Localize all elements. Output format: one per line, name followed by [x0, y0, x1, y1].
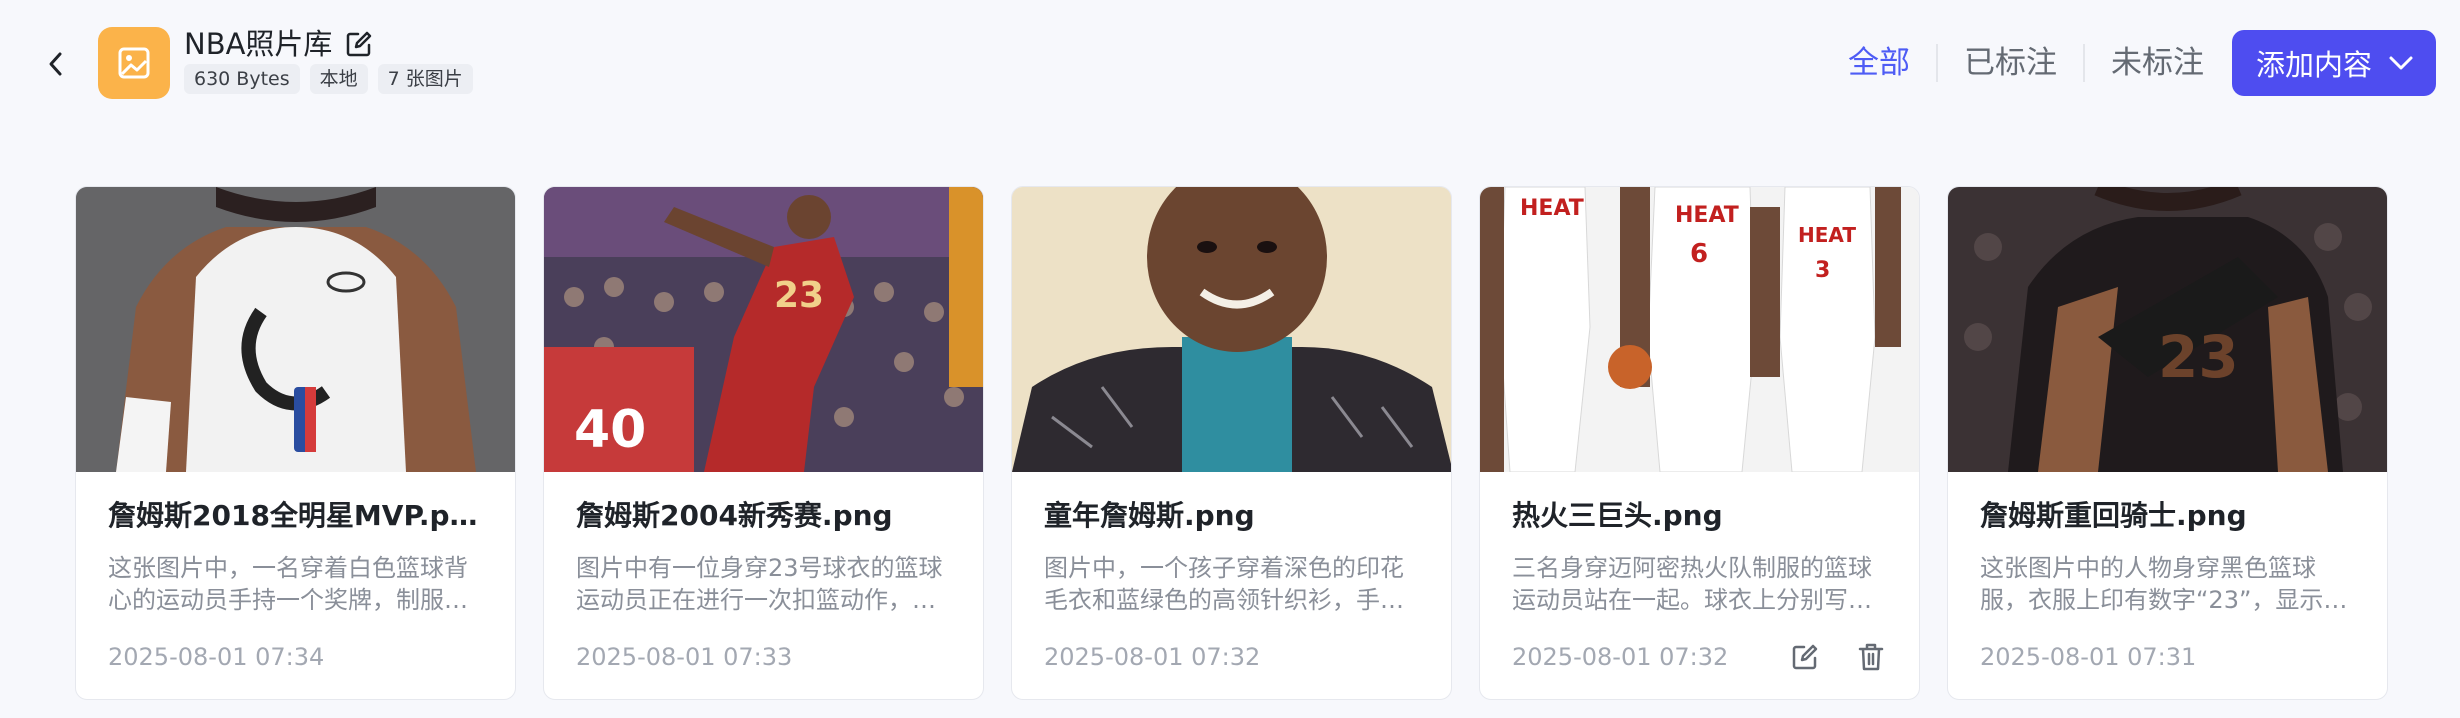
svg-text:40: 40 — [574, 400, 646, 460]
card-title: 童年詹姆斯.png — [1044, 499, 1255, 532]
card-footer: 2025-08-01 07:33 — [576, 641, 951, 673]
card-title: 詹姆斯重回骑士.png — [1980, 499, 2247, 532]
image-card[interactable]: 23 詹姆斯重回骑士.png 这张图片中的人物身穿黑色篮球服，衣服上印有数字“2… — [1947, 186, 2388, 700]
source-badge: 本地 — [309, 64, 368, 94]
image-card[interactable]: 童年詹姆斯.png 图片中，一个孩子穿着深色的印花毛衣和蓝绿色的高领针织衫，手…… — [1011, 186, 1452, 700]
image-thumbnail[interactable]: 40 23 — [544, 187, 983, 472]
card-date: 2025-08-01 07:31 — [1980, 643, 2197, 671]
chevron-down-icon — [2389, 56, 2413, 70]
page-title: NBA照片库 — [184, 27, 333, 61]
back-button[interactable] — [40, 44, 72, 84]
divider — [2082, 44, 2085, 82]
edit-icon — [1792, 644, 1818, 670]
card-description: 三名身穿迈阿密热火队制服的篮球运动员站在一起。球衣上分别写… — [1512, 554, 1872, 614]
svg-text:23: 23 — [2158, 323, 2239, 391]
tab-labeled[interactable]: 已标注 — [1960, 43, 2061, 83]
card-footer: 2025-08-01 07:34 — [108, 641, 483, 673]
card-description: 这张图片中，一名穿着白色篮球背心的运动员手持一个奖牌，制服… — [108, 554, 468, 614]
count-badge: 7 张图片 — [377, 64, 473, 94]
add-content-button[interactable]: 添加内容 — [2231, 30, 2436, 96]
card-title: 热火三巨头.png — [1512, 499, 1723, 532]
card-actions — [1789, 641, 1887, 673]
card-description: 这张图片中的人物身穿黑色篮球服，衣服上印有数字“23”，显示… — [1980, 554, 2348, 614]
svg-text:23: 23 — [774, 275, 824, 316]
edit-title-button[interactable] — [342, 27, 376, 61]
image-thumbnail[interactable] — [76, 187, 515, 472]
tab-unlabeled[interactable]: 未标注 — [2107, 43, 2208, 83]
card-footer: 2025-08-01 07:32 — [1512, 641, 1887, 673]
chevron-left-icon — [49, 52, 62, 76]
card-description: 图片中，一个孩子穿着深色的印花毛衣和蓝绿色的高领针织衫，手… — [1044, 554, 1404, 614]
card-date: 2025-08-01 07:32 — [1512, 643, 1729, 671]
svg-text:3: 3 — [1815, 258, 1830, 283]
delete-button[interactable] — [1855, 641, 1887, 673]
size-badge: 630 Bytes — [184, 64, 300, 94]
svg-text:HEAT: HEAT — [1520, 196, 1584, 221]
image-card[interactable]: 40 23 詹姆斯2004新秀赛.png 图片中有一位身穿23号球衣的篮球运动员… — [543, 186, 984, 700]
edit-button[interactable] — [1789, 641, 1821, 673]
divider — [1935, 44, 1938, 82]
svg-text:HEAT: HEAT — [1798, 223, 1856, 247]
card-date: 2025-08-01 07:34 — [108, 643, 325, 671]
title-row: NBA照片库 — [184, 25, 376, 63]
image-grid: 詹姆斯2018全明星MVP.png 这张图片中，一名穿着白色篮球背心的运动员手持… — [75, 186, 2388, 700]
image-thumbnail[interactable] — [1012, 187, 1451, 472]
image-icon — [118, 47, 150, 79]
meta-tags: 630 Bytes 本地 7 张图片 — [184, 64, 473, 94]
svg-text:6: 6 — [1690, 239, 1708, 269]
image-thumbnail[interactable]: HEAT HEAT 6 HEAT 3 — [1480, 187, 1919, 472]
card-date: 2025-08-01 07:33 — [576, 643, 793, 671]
filter-bar: 全部 已标注 未标注 添加内容 — [1844, 30, 2436, 96]
edit-icon — [347, 31, 372, 57]
card-title: 詹姆斯2004新秀赛.png — [576, 499, 893, 532]
image-card[interactable]: HEAT HEAT 6 HEAT 3 热火三巨头.png 三名身穿迈阿密热火队制… — [1479, 186, 1920, 700]
image-thumbnail[interactable]: 23 — [1948, 187, 2387, 472]
add-content-label: 添加内容 — [2255, 48, 2372, 82]
card-footer: 2025-08-01 07:32 — [1044, 641, 1419, 673]
card-date: 2025-08-01 07:32 — [1044, 643, 1261, 671]
trash-icon — [1858, 643, 1884, 671]
image-card[interactable]: 詹姆斯2018全明星MVP.png 这张图片中，一名穿着白色篮球背心的运动员手持… — [75, 186, 516, 700]
card-title: 詹姆斯2018全明星MVP.png — [108, 499, 483, 532]
svg-text:HEAT: HEAT — [1675, 203, 1739, 228]
library-icon — [98, 27, 170, 99]
tab-all[interactable]: 全部 — [1844, 43, 1914, 83]
card-description: 图片中有一位身穿23号球衣的篮球运动员正在进行一次扣篮动作，… — [576, 554, 943, 614]
card-footer: 2025-08-01 07:31 — [1980, 641, 2355, 673]
